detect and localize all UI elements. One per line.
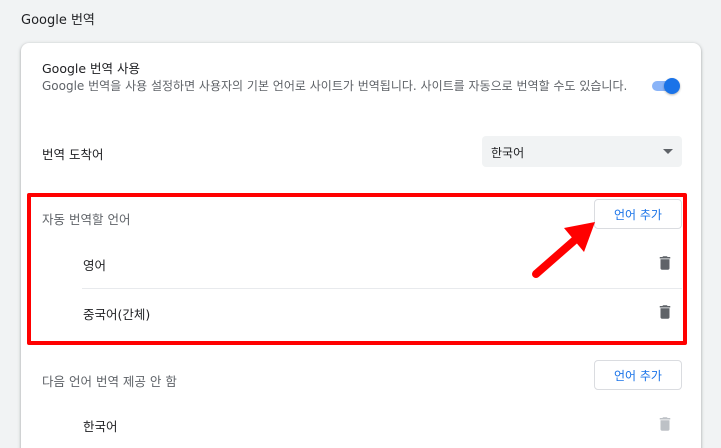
translate-toggle-title: Google 번역 사용 bbox=[42, 61, 141, 76]
auto-translate-language-item: 영어 bbox=[82, 240, 682, 288]
language-name: 한국어 bbox=[83, 419, 118, 434]
never-translate-language-item: 한국어 bbox=[82, 401, 682, 448]
target-language-value: 한국어 bbox=[491, 146, 525, 160]
never-translate-add-language-button[interactable]: 언어 추가 bbox=[594, 360, 682, 390]
toggle-knob bbox=[664, 78, 680, 94]
trash-icon bbox=[659, 417, 671, 431]
settings-page: Google 번역 Google 번역 사용 Google 번역을 사용 설정하… bbox=[0, 0, 721, 448]
language-name: 영어 bbox=[83, 258, 107, 273]
section-title: Google 번역 bbox=[21, 13, 95, 28]
auto-translate-language-item: 중국어(간체) bbox=[82, 289, 682, 337]
chevron-down-icon bbox=[663, 149, 673, 154]
target-language-label: 번역 도착어 bbox=[42, 147, 104, 162]
auto-translate-title: 자동 번역할 언어 bbox=[42, 212, 131, 227]
target-language-select[interactable]: 한국어 bbox=[482, 136, 682, 167]
translate-settings-card: Google 번역 사용 Google 번역을 사용 설정하면 사용자의 기본 … bbox=[21, 43, 701, 448]
language-name: 중국어(간체) bbox=[83, 307, 151, 322]
trash-icon[interactable] bbox=[656, 254, 674, 272]
translate-toggle-switch[interactable] bbox=[650, 78, 682, 94]
trash-icon[interactable] bbox=[656, 303, 674, 321]
never-translate-title: 다음 언어 번역 제공 안 함 bbox=[42, 374, 177, 389]
auto-translate-add-language-button[interactable]: 언어 추가 bbox=[594, 199, 682, 229]
translate-toggle-description: Google 번역을 사용 설정하면 사용자의 기본 언어로 사이트가 번역됩니… bbox=[42, 79, 628, 93]
